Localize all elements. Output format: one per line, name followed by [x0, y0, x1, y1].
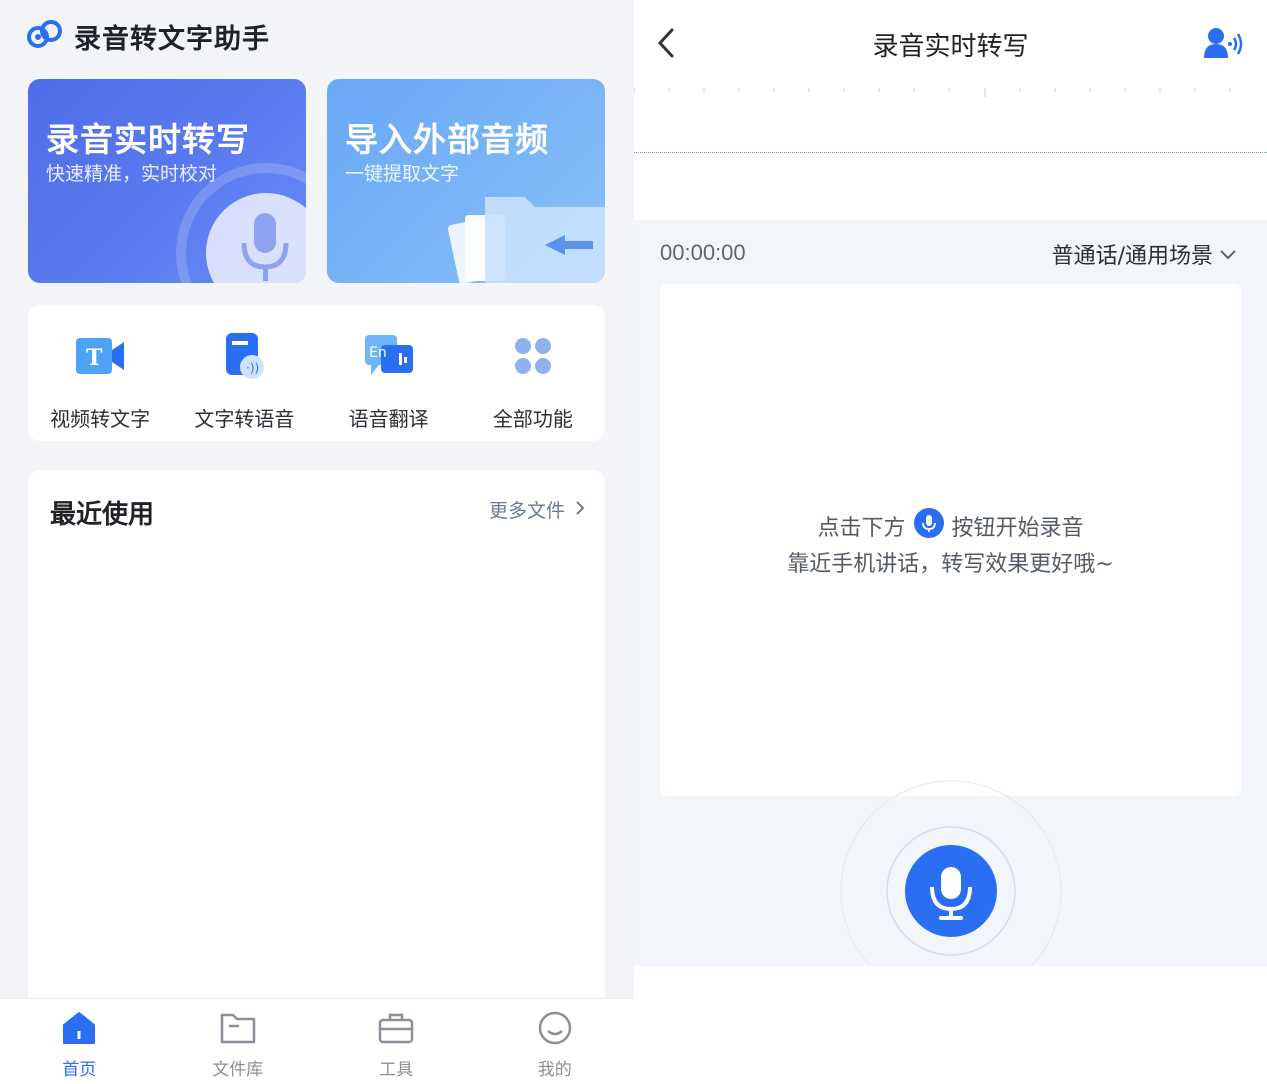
tool-label: 语音翻译 [348, 407, 429, 431]
chevron-down-icon [1219, 242, 1237, 267]
more-files-link[interactable]: 更多文件 [489, 496, 585, 523]
svg-text:·)): ·)) [246, 361, 259, 375]
scene-label: 普通话/通用场景 [1051, 244, 1213, 269]
hero-title: 录音实时转写 [46, 120, 250, 159]
speaker-recognition-icon[interactable] [1203, 26, 1243, 64]
profile-icon [536, 1011, 574, 1049]
recording-panel: 00:00:00 普通话/通用场景 点击下方 按钮开始录音 靠近手机讲话，转写效… [634, 220, 1267, 1002]
hero-title: 导入外部音频 [345, 120, 549, 159]
svg-text:En: En [369, 345, 387, 361]
record-realtime-card[interactable]: 录音实时转写 快速精准，实时校对 [28, 79, 306, 283]
hint-before: 点击下方 [817, 516, 906, 541]
tool-label: 全部功能 [492, 407, 573, 431]
home-icon [60, 1011, 98, 1049]
time-ruler [634, 88, 1231, 97]
tab-label: 首页 [62, 1060, 97, 1080]
recent-title: 最近使用 [50, 500, 155, 530]
waveform-baseline [634, 152, 1267, 153]
waveform-area [634, 88, 1267, 220]
page-title: 录音实时转写 [872, 32, 1029, 62]
tab-profile[interactable]: 我的 [476, 999, 635, 1084]
tool-voice-translate[interactable]: En 语音翻译 [317, 305, 461, 441]
scene-selector[interactable]: 普通话/通用场景 [1052, 238, 1237, 270]
small-microphone-icon [913, 508, 944, 544]
folder-icon [219, 1011, 257, 1049]
transcript-area: 点击下方 按钮开始录音 靠近手机讲话，转写效果更好哦~ [660, 284, 1241, 796]
chevron-right-icon [575, 499, 585, 521]
tool-video-to-text[interactable]: T 视频转文字 [28, 305, 172, 441]
microphone-icon [176, 163, 306, 283]
realtime-record-screen: 录音实时转写 00:00:00 普通话/通用场景 点击下方 按钮开始录音 靠近手… [634, 0, 1267, 1084]
tool-label: 文字转语音 [194, 407, 295, 431]
hint-after: 按钮开始录音 [951, 516, 1084, 541]
recording-timer: 00:00:00 [660, 240, 746, 265]
tool-label: 视频转文字 [50, 407, 151, 431]
tool-all-functions[interactable]: 全部功能 [461, 305, 605, 441]
tab-label: 工具 [379, 1060, 414, 1080]
tab-home[interactable]: 首页 [0, 999, 159, 1084]
hero-subtitle: 一键提取文字 [345, 163, 460, 185]
text-speech-icon: ·)) [217, 329, 271, 383]
all-functions-icon [506, 329, 560, 383]
tool-text-to-speech[interactable]: ·)) 文字转语音 [172, 305, 316, 441]
home-screen: 录音转文字助手 录音实时转写 快速精准，实时校对 导入外部音频 一键提取文字 T… [0, 0, 634, 1084]
svg-text:T: T [86, 345, 103, 371]
more-files-label: 更多文件 [488, 500, 565, 522]
import-audio-card[interactable]: 导入外部音频 一键提取文字 [327, 79, 605, 283]
tab-files[interactable]: 文件库 [159, 999, 318, 1084]
tab-tools[interactable]: 工具 [317, 999, 476, 1084]
recent-section: 最近使用 更多文件 [28, 470, 605, 1030]
tools-card: T 视频转文字 ·)) 文字转语音 En 语音翻译 全部功能 [28, 305, 605, 441]
tab-label: 我的 [537, 1060, 572, 1080]
translate-icon: En [362, 329, 416, 383]
hint-line-1: 点击下方 按钮开始录音 [660, 508, 1241, 544]
hint-line-2: 靠近手机讲话，转写效果更好哦~ [787, 552, 1114, 577]
navigation-bar: 录音实时转写 [634, 0, 1267, 88]
tab-label: 文件库 [212, 1060, 264, 1080]
toolbox-icon [377, 1011, 415, 1049]
app-header: 录音转文字助手 [26, 14, 270, 58]
bottom-tabbar: 首页 文件库 工具 我的 [0, 998, 634, 1084]
cloud-mic-logo-icon [26, 18, 64, 54]
video-text-icon: T [73, 329, 127, 383]
app-title: 录音转文字助手 [74, 23, 270, 55]
bottom-area [634, 966, 1267, 1084]
folder-import-icon [447, 197, 605, 283]
